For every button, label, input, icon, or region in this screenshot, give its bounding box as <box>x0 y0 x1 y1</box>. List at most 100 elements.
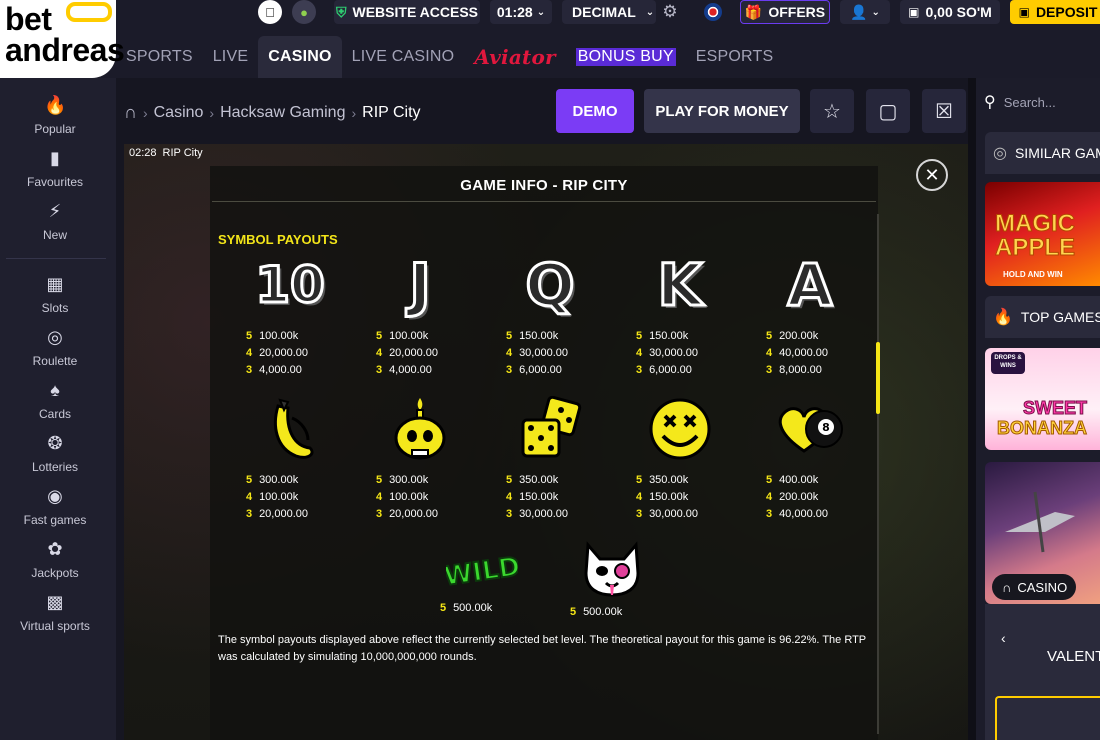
game-frame[interactable]: 02:28 RIP City GAME INFO - RIP CITY SYMBO… <box>124 144 968 740</box>
sidebar-item-roulette[interactable]: ◎ Roulette <box>0 326 110 368</box>
account-menu[interactable]: 👤 ⌄ <box>840 0 890 24</box>
rtp-description: The symbol payouts displayed above refle… <box>218 634 866 663</box>
language-flag[interactable] <box>700 0 726 24</box>
symbol-banana: 5 300.00k 4 100.00k 3 20,000.00 <box>240 394 340 523</box>
casino-tag[interactable]: ∩ CASINO <box>992 574 1076 600</box>
panel-gap <box>968 78 976 740</box>
sidebar-item-lotteries[interactable]: ❂ Lotteries <box>0 432 110 474</box>
dialog-scrollbar[interactable] <box>877 214 879 734</box>
symbol-payouts-title: SYMBOL PAYOUTS <box>218 232 338 247</box>
chevron-down-icon: ⌄ <box>645 6 655 18</box>
website-access-button[interactable]: ⛨ WEBSITE ACCESS <box>334 0 480 24</box>
top-header: bet andreas  ● ⛨ WEBSITE ACCESS 01:28 ⌄… <box>0 0 1100 78</box>
banana-icon <box>274 398 314 459</box>
game-clock: 02:28 RIP City <box>129 147 203 159</box>
sidebar-item-cards[interactable]: ♠ Cards <box>0 379 110 421</box>
svg-text:WILD: WILD <box>446 552 518 592</box>
chevron-right-icon: › <box>209 104 215 121</box>
nav-esports[interactable]: ESPORTS <box>686 36 784 78</box>
lottery-icon: ❂ <box>47 433 63 453</box>
nav-live[interactable]: LIVE <box>203 36 259 78</box>
left-sidebar: 🔥 Popular ▮ Favourites ⚡ New ▦ Slots ◎ R… <box>0 78 116 740</box>
gear-icon[interactable]: ⚙ <box>658 0 682 24</box>
demo-button[interactable]: DEMO <box>556 89 634 133</box>
apple-icon[interactable]:  <box>258 0 282 24</box>
jackpot-icon: ✿ <box>47 539 63 559</box>
chevron-left-icon[interactable]: ‹ <box>1001 630 1006 646</box>
symbol-j: J 5 100.00k 4 20,000.00 3 4,000.00 <box>376 251 438 377</box>
drops-wins-badge: DROPS & WINS <box>991 352 1025 374</box>
symbol-a: A 5 200.00k 4 40,000.00 3 8,000.00 <box>766 251 834 377</box>
breadcrumb-casino[interactable]: Casino <box>154 104 204 122</box>
jack-symbol-icon: J <box>408 251 433 319</box>
dialog-scroll-thumb[interactable] <box>876 342 880 414</box>
horseshoe-icon[interactable]: ∩ <box>124 102 137 123</box>
clock-dropdown[interactable]: 01:28 ⌄ <box>490 0 552 24</box>
search-bar[interactable]: ⚲ Search... <box>984 92 1056 112</box>
android-icon[interactable]: ● <box>292 0 316 24</box>
fast-games-icon: ◉ <box>47 486 63 506</box>
breadcrumb-current: RIP City <box>362 103 421 121</box>
symbol-q: Q 5 150.00k 4 30,000.00 3 6,000.00 <box>506 251 576 377</box>
deposit-button[interactable]: ▣ DEPOSIT <box>1010 0 1100 24</box>
chevron-down-icon: ⌄ <box>871 6 880 18</box>
close-dialog-icon[interactable]: ✕ <box>916 159 948 191</box>
dice-icon <box>521 396 582 458</box>
chevron-down-icon: ⌄ <box>536 6 546 18</box>
promo-title: VALENT <box>1047 648 1100 665</box>
uk-flag-icon <box>704 3 722 21</box>
promo-button[interactable] <box>995 696 1100 740</box>
heart-eight-ball-icon: 8 <box>778 407 843 453</box>
sidebar-divider <box>6 258 106 259</box>
symbol-dice: 5 350.00k 4 150.00k 3 30,000.00 <box>500 394 600 523</box>
roulette-icon: ◎ <box>993 145 1007 162</box>
smiley-face-icon <box>649 398 711 460</box>
search-input[interactable]: Search... <box>1004 95 1056 110</box>
sidebar-item-fast-games[interactable]: ◉ Fast games <box>0 485 110 527</box>
horseshoe-icon: ∩ <box>1002 579 1012 595</box>
bookmark-icon: ▮ <box>50 148 60 168</box>
sidebar-item-slots[interactable]: ▦ Slots <box>0 273 110 315</box>
nav-aviator[interactable]: Aviator <box>464 36 565 78</box>
sidebar-item-favourites[interactable]: ▮ Favourites <box>0 147 110 189</box>
nav-live-casino[interactable]: LIVE CASINO <box>342 36 465 78</box>
aviator-plane-icon <box>1005 491 1075 553</box>
main-nav: SPORTS LIVE CASINO LIVE CASINO Aviator B… <box>116 36 783 78</box>
game-card-sweet-bonanza[interactable]: DROPS & WINS SWEET BONANZA <box>985 348 1100 450</box>
search-icon: ⚲ <box>984 94 996 111</box>
close-game-icon[interactable]: ☒ <box>922 89 966 133</box>
similar-games-header[interactable]: ◎ SIMILAR GAMES <box>985 132 1100 174</box>
wild-symbol-icon: WILD <box>446 551 518 593</box>
top-games-header[interactable]: 🔥 TOP GAMES <box>985 296 1100 338</box>
symbol-skull-candle: 5 300.00k 4 100.00k 3 20,000.00 <box>370 394 470 523</box>
fire-icon: 🔥 <box>993 309 1013 326</box>
brand-logo[interactable]: bet andreas <box>0 0 125 78</box>
nav-bonus-buy[interactable]: BONUS BUY <box>566 36 686 78</box>
breadcrumb-provider[interactable]: Hacksaw Gaming <box>220 104 345 122</box>
logo-line-1: bet <box>5 1 52 37</box>
chevron-right-icon: › <box>351 104 357 121</box>
symbol-k: K 5 150.00k 4 30,000.00 3 6,000.00 <box>636 251 704 377</box>
nav-sports[interactable]: SPORTS <box>116 36 203 78</box>
right-panel: ⚲ Search... ◎ SIMILAR GAMES MAGIC APPLE … <box>976 78 1100 740</box>
game-card-magic-apple[interactable]: MAGIC APPLE HOLD AND WIN <box>985 182 1100 286</box>
breadcrumb: ∩ › Casino › Hacksaw Gaming › RIP City <box>124 102 421 123</box>
odds-format-dropdown[interactable]: DECIMAL ⌄ <box>562 0 656 24</box>
skull-candle-icon <box>394 398 446 460</box>
sidebar-item-popular[interactable]: 🔥 Popular <box>0 94 110 136</box>
sidebar-item-virtual-sports[interactable]: ▩ Virtual sports <box>0 591 110 633</box>
favourite-star-icon[interactable]: ☆ <box>810 89 854 133</box>
user-icon: 👤 <box>850 3 868 20</box>
promo-panel: ‹ VALENT <box>985 604 1100 740</box>
symbol-cat: 5 500.00k <box>562 532 662 621</box>
svg-text:8: 8 <box>822 421 830 434</box>
play-for-money-button[interactable]: PLAY FOR MONEY <box>644 89 800 133</box>
sidebar-item-new[interactable]: ⚡ New <box>0 200 110 242</box>
wallet-icon: ▣ <box>908 5 920 19</box>
offers-button[interactable]: 🎁 OFFERS <box>740 0 830 24</box>
nav-casino[interactable]: CASINO <box>258 36 342 78</box>
fullscreen-icon[interactable]: ▢ <box>866 89 910 133</box>
balance-display[interactable]: ▣ 0,00 SO'M <box>900 0 1000 24</box>
sidebar-item-jackpots[interactable]: ✿ Jackpots <box>0 538 110 580</box>
lightning-icon: ⚡ <box>48 201 62 221</box>
